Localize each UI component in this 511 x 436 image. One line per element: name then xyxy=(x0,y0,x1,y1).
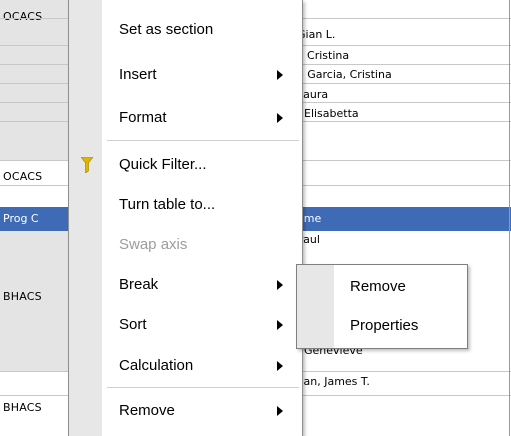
menu-item-label: Remove xyxy=(119,402,175,419)
menu-item-remove[interactable]: Remove xyxy=(69,391,302,431)
menu-item-label: Calculation xyxy=(119,357,194,374)
submenu-item-label: Properties xyxy=(350,317,419,334)
menu-item-insert[interactable]: Insert xyxy=(69,55,302,95)
context-menu: Set as section Insert Format Quick Filte… xyxy=(68,0,303,436)
program-code-cell[interactable]: BHACS xyxy=(3,401,42,414)
program-code-cell[interactable]: BHACS xyxy=(3,290,42,303)
menu-item-label: Swap axis xyxy=(119,236,188,253)
menu-item-turn-table-to[interactable]: Turn table to... xyxy=(69,185,302,225)
menu-item-sort[interactable]: Sort xyxy=(69,305,302,345)
submenu-arrow-icon xyxy=(277,113,283,123)
menu-item-format[interactable]: Format xyxy=(69,98,302,138)
submenu-item-properties[interactable]: Properties xyxy=(297,307,467,345)
name-cell[interactable]: , Elisabetta xyxy=(297,107,359,120)
menu-item-label: Format xyxy=(119,109,167,126)
name-cell[interactable]: van, James T. xyxy=(297,375,370,388)
report-right-border xyxy=(509,0,510,436)
name-cell[interactable]: i, Cristina xyxy=(297,49,349,62)
menu-item-label: Break xyxy=(119,276,159,293)
submenu-arrow-icon xyxy=(277,361,283,371)
submenu-item-remove[interactable]: Remove xyxy=(297,268,467,306)
submenu-arrow-icon xyxy=(277,280,283,290)
menu-item-swap-axis: Swap axis xyxy=(69,225,302,265)
menu-separator xyxy=(107,140,299,141)
submenu-arrow-icon xyxy=(277,406,283,416)
funnel-icon xyxy=(81,157,93,173)
program-code-cell[interactable]: OCACS xyxy=(3,170,42,183)
menu-item-label: Set as section xyxy=(119,21,214,38)
section-cell-ocacs xyxy=(0,0,68,160)
submenu-arrow-icon xyxy=(277,320,283,330)
menu-item-label: Turn table to... xyxy=(119,196,216,213)
submenu-arrow-icon xyxy=(277,70,283,80)
menu-item-calculation[interactable]: Calculation xyxy=(69,346,302,386)
name-cell[interactable]: o Garcia, Cristina xyxy=(297,68,392,81)
submenu-item-label: Remove xyxy=(350,278,406,295)
menu-separator xyxy=(107,387,299,388)
program-code-cell[interactable]: OCACS xyxy=(3,10,42,23)
menu-item-break[interactable]: Break xyxy=(69,265,302,305)
menu-item-label: Insert xyxy=(119,66,157,83)
menu-item-label: Quick Filter... xyxy=(119,156,207,173)
break-submenu: Remove Properties xyxy=(296,264,468,349)
menu-item-quick-filter[interactable]: Quick Filter... xyxy=(69,145,302,185)
header-prog-code[interactable]: Prog C xyxy=(3,212,39,225)
menu-item-set-as-section[interactable]: Set as section xyxy=(69,10,302,50)
menu-item-label: Sort xyxy=(119,316,147,333)
